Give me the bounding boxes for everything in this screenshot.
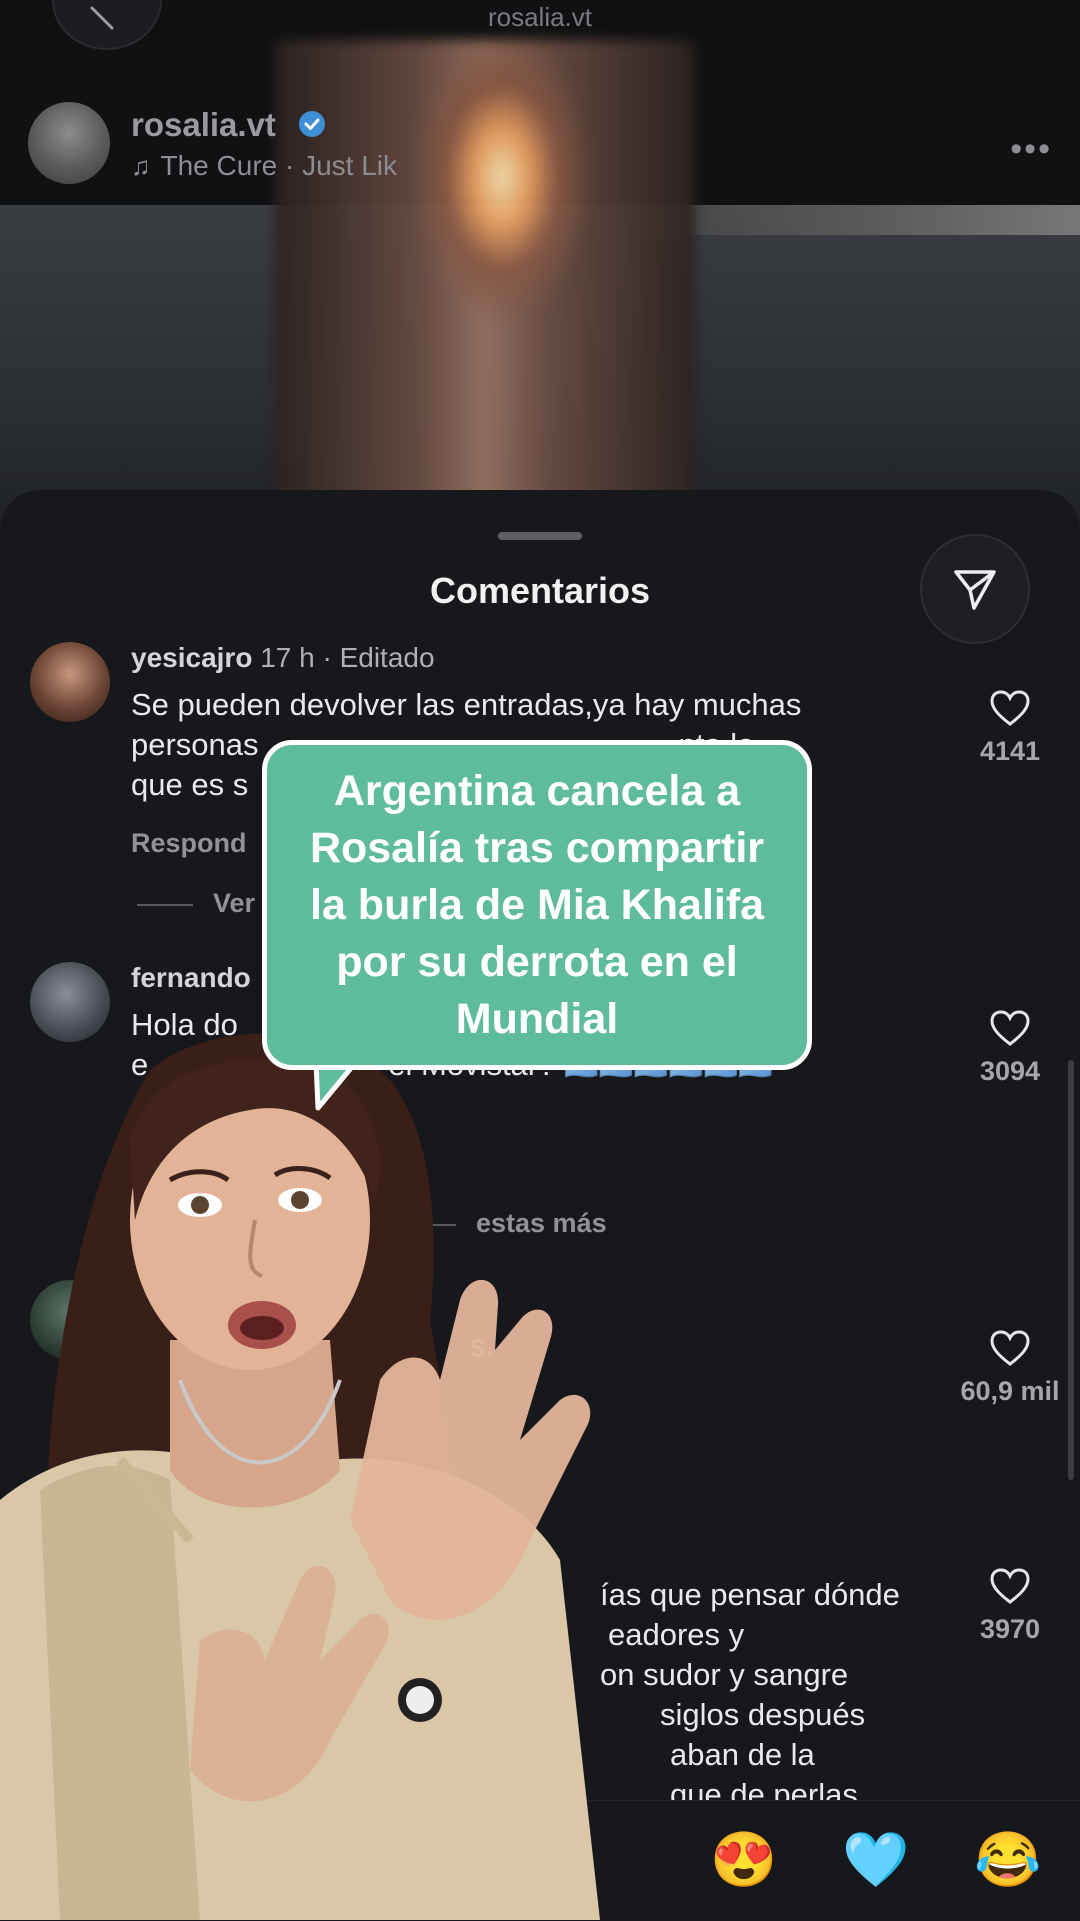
light-blue-heart-emoji-button[interactable]: 🩵 <box>842 1829 909 1892</box>
commenter-avatar[interactable] <box>30 642 110 722</box>
like-button[interactable]: 3094 <box>960 1010 1060 1087</box>
header-title: rosalia.vt <box>487 2 593 32</box>
music-note-icon: ♫ <box>131 151 151 181</box>
like-button[interactable]: 60,9 mil <box>960 1330 1060 1407</box>
music-track[interactable]: ♫ The Cure · Just Lik <box>131 150 397 182</box>
post-header: rosalia.vt ♫ The Cure · Just Lik ••• <box>0 100 1080 210</box>
like-count: 60,9 mil <box>960 1376 1060 1406</box>
heart-icon <box>990 690 1030 726</box>
heart-eyes-emoji-button[interactable]: 😍 <box>710 1829 777 1892</box>
sheet-title: Comentarios <box>429 570 651 611</box>
send-icon <box>954 570 996 610</box>
heart-icon <box>990 1010 1030 1046</box>
view-replies-button[interactable]: Ver <box>137 888 255 919</box>
scrollbar[interactable] <box>1068 1060 1074 1480</box>
music-label: The Cure · Just Lik <box>160 150 398 181</box>
avatar[interactable] <box>28 102 110 184</box>
like-count: 3970 <box>979 1614 1041 1644</box>
heart-icon <box>990 1330 1030 1366</box>
headline-speech-bubble: Argentina cancela a Rosalía tras compart… <box>262 740 812 1070</box>
tears-of-joy-emoji-button[interactable]: 😂 <box>974 1829 1041 1892</box>
comment-username[interactable]: fernando <box>131 962 251 994</box>
post-username[interactable]: rosalia.vt <box>131 106 276 144</box>
top-header: rosalia.vt <box>0 0 1080 50</box>
like-button[interactable]: 4141 <box>960 690 1060 767</box>
like-count: 3094 <box>979 1056 1041 1086</box>
headline-text: Argentina cancela a Rosalía tras compart… <box>309 766 765 1043</box>
sheet-drag-handle[interactable] <box>498 532 582 540</box>
verified-badge-icon <box>299 111 325 137</box>
presenter-overlay <box>0 1033 600 1920</box>
reply-button[interactable]: Respond <box>131 828 247 859</box>
heart-icon <box>990 1568 1030 1604</box>
like-button[interactable]: 3970 <box>960 1568 1060 1645</box>
like-count: 4141 <box>979 736 1041 766</box>
more-options-button[interactable]: ••• <box>1010 130 1052 169</box>
comment-username[interactable]: yesicajro 17 h · Editado <box>131 642 435 674</box>
share-button[interactable] <box>920 534 1030 644</box>
